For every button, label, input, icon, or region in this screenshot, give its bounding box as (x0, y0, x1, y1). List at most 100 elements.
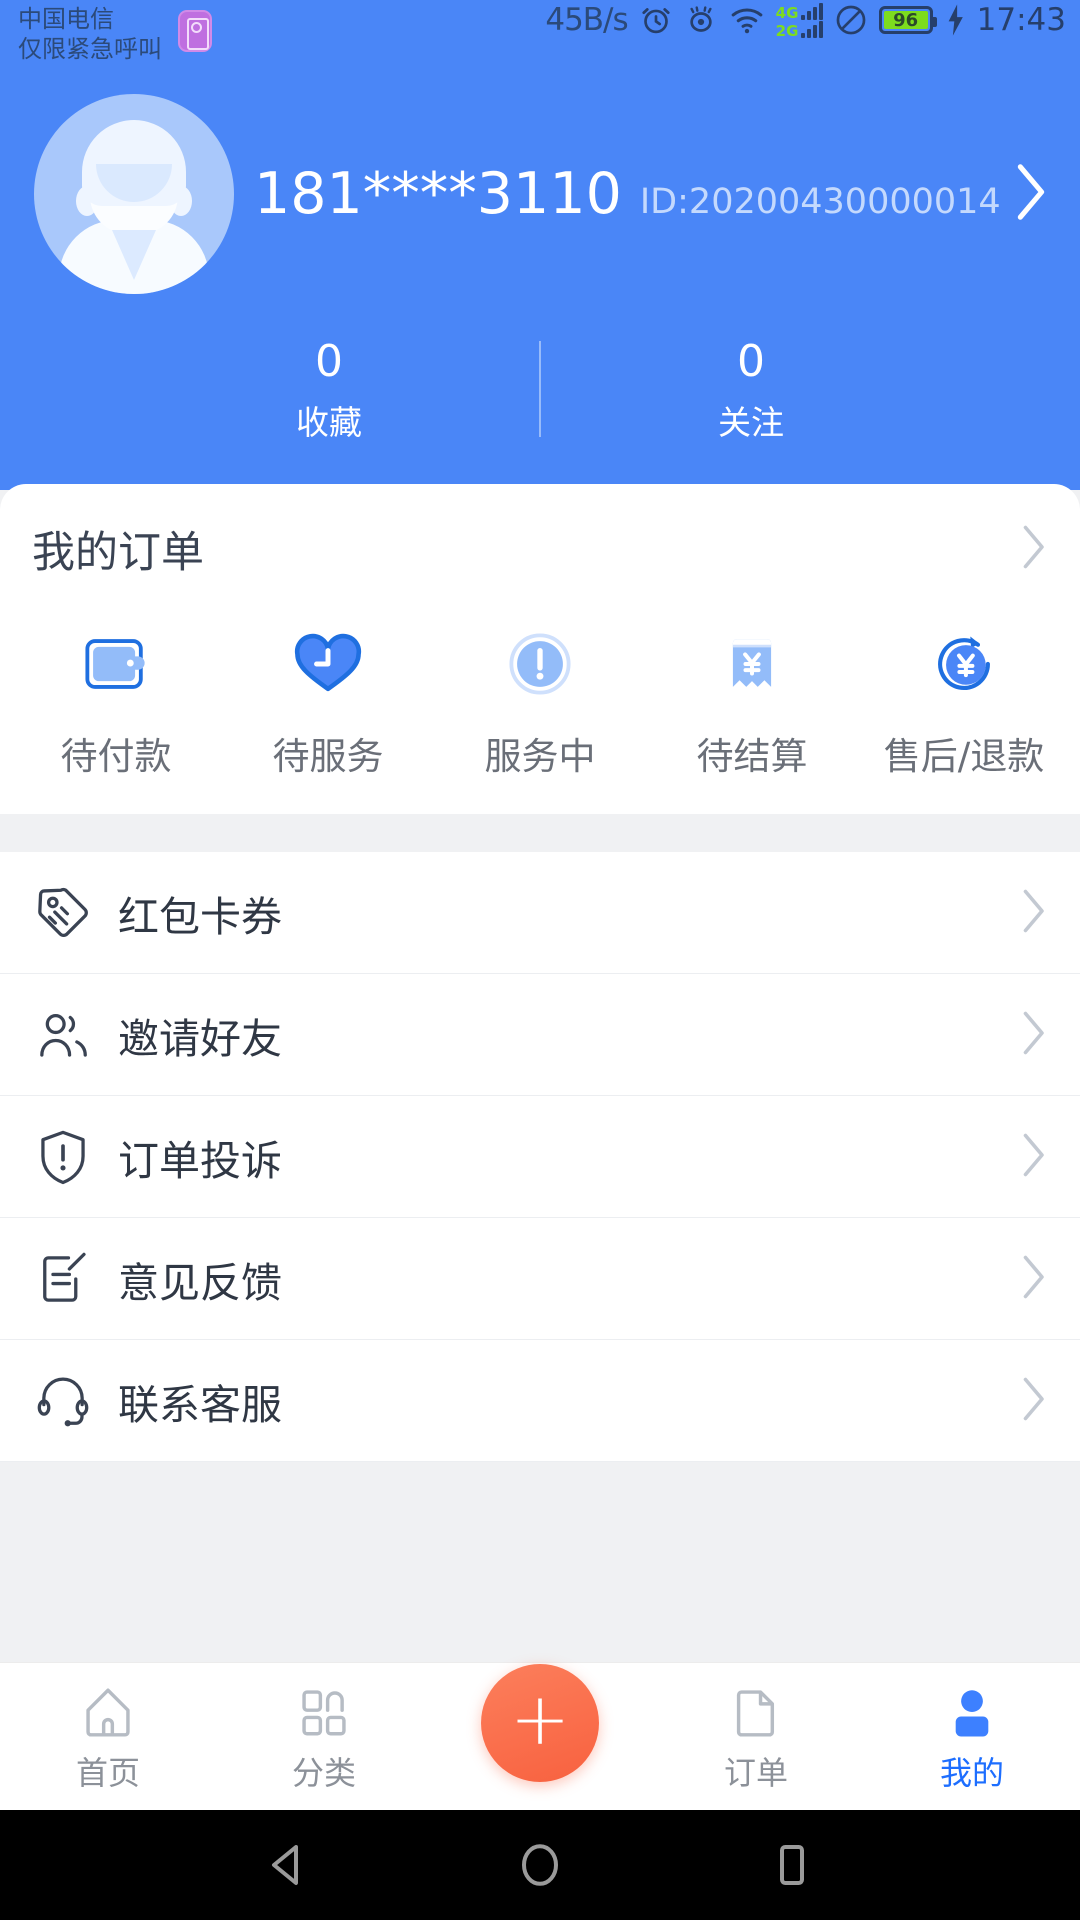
battery-icon: 96 (878, 6, 937, 34)
carrier-info: 中国电信 仅限紧急呼叫 (18, 4, 212, 64)
document-icon (727, 1680, 785, 1744)
chevron-right-icon[interactable] (1018, 887, 1048, 939)
profile-icon (943, 1680, 1001, 1744)
battery-percent: 96 (883, 10, 928, 31)
wifi-icon (731, 8, 763, 34)
shield-complaint-icon (32, 1126, 102, 1188)
heart-clock-icon (282, 618, 374, 710)
bottom-tab-bar: 首页 分类 + 订单 我的 (0, 1662, 1080, 1810)
receipt-yuan-icon (706, 618, 798, 710)
menu-list: 红包卡券 邀请好友 订单投诉 意见反馈 联系客服 (0, 852, 1080, 1462)
section-divider (0, 814, 1080, 852)
my-orders-header[interactable]: 我的订单 (0, 484, 1080, 584)
stats-row: 0 收藏 0 关注 (0, 294, 1080, 490)
avatar[interactable] (34, 94, 234, 294)
order-status-label: 售后/退款 (883, 735, 1045, 778)
stat-following[interactable]: 0 关注 (541, 334, 961, 444)
category-icon (295, 1680, 353, 1744)
status-bar: 中国电信 仅限紧急呼叫 45B/s 4G 2G 96 17:43 (0, 0, 1080, 72)
stat-count: 0 (315, 336, 343, 387)
user-id: ID:20200430000014 (639, 182, 1001, 222)
signal-2g-label: 2G (775, 21, 799, 40)
exclamation-circle-icon (494, 618, 586, 710)
my-orders-card: 我的订单 待付款 待服务 服务中 待结算 售后/退款 (0, 484, 1080, 814)
lightning-bolt-icon (948, 4, 963, 36)
chevron-right-icon[interactable] (1018, 1009, 1048, 1061)
alarm-clock-icon (642, 8, 670, 34)
tab-orders[interactable]: 订单 (648, 1680, 864, 1794)
chevron-right-icon[interactable] (1018, 1253, 1048, 1305)
signal-bars (800, 20, 823, 38)
menu-item-label: 意见反馈 (118, 1258, 282, 1307)
menu-item-feedback[interactable]: 意见反馈 (0, 1218, 1080, 1340)
menu-item-label: 红包卡券 (118, 892, 282, 941)
menu-item-label: 邀请好友 (118, 1014, 282, 1063)
identity-block: 181****3110 ID:20200430000014 (254, 161, 1001, 227)
stat-label: 收藏 (296, 403, 362, 442)
stat-count: 0 (737, 336, 765, 387)
order-status-label: 服务中 (484, 735, 596, 778)
eye-care-icon (689, 6, 712, 32)
sim-card-icon (178, 10, 212, 52)
signal-4g: 4G (775, 2, 823, 22)
app-screen: 中国电信 仅限紧急呼叫 45B/s 4G 2G 96 17:43 181****… (0, 0, 1080, 1920)
plus-icon[interactable]: + (481, 1663, 599, 1782)
refund-yuan-icon (918, 618, 1010, 710)
carrier-text: 中国电信 仅限紧急呼叫 (18, 4, 162, 64)
menu-item-coupons[interactable]: 红包卡券 (0, 852, 1080, 974)
feedback-edit-icon (32, 1248, 102, 1310)
order-status-pending-service[interactable]: 待服务 (222, 618, 434, 780)
chevron-right-icon[interactable] (1018, 523, 1048, 575)
fab-label: + (509, 1676, 571, 1761)
stats-divider (539, 341, 541, 437)
chevron-right-icon[interactable] (994, 161, 1050, 227)
order-status-pending-settlement[interactable]: 待结算 (646, 618, 858, 780)
signal-indicators: 4G 2G (775, 2, 823, 40)
stat-label: 关注 (718, 403, 784, 442)
network-speed: 45B/s (545, 2, 628, 38)
do-not-disturb-icon (836, 5, 866, 35)
wallet-icon (70, 618, 162, 710)
stat-favorites[interactable]: 0 收藏 (119, 334, 539, 444)
menu-item-invite-friends[interactable]: 邀请好友 (0, 974, 1080, 1096)
coupon-tag-icon (32, 882, 102, 944)
profile-header: 181****3110 ID:20200430000014 0 收藏 0 关注 (0, 72, 1080, 490)
order-status-in-service[interactable]: 服务中 (434, 618, 646, 780)
page-title: 我的订单 (32, 528, 204, 578)
android-nav-bar (0, 1810, 1080, 1920)
order-status-label: 待服务 (272, 735, 384, 778)
carrier-name: 中国电信 (18, 5, 114, 33)
signal-4g-label: 4G (775, 3, 799, 22)
back-triangle-icon[interactable] (262, 1839, 314, 1891)
tab-add-button[interactable]: + (432, 1663, 648, 1782)
chevron-right-icon[interactable] (1018, 1375, 1048, 1427)
status-clock: 17:43 (976, 2, 1066, 38)
tab-label: 我的 (939, 1753, 1004, 1792)
home-circle-icon[interactable] (514, 1839, 566, 1891)
menu-item-label: 订单投诉 (118, 1136, 282, 1185)
signal-bars (800, 2, 823, 20)
order-status-label: 待付款 (60, 735, 172, 778)
tab-category[interactable]: 分类 (216, 1680, 432, 1794)
tab-home[interactable]: 首页 (0, 1680, 216, 1794)
order-status-pending-payment[interactable]: 待付款 (10, 618, 222, 780)
tab-label: 分类 (291, 1753, 356, 1792)
home-icon (79, 1680, 137, 1744)
carrier-emergency: 仅限紧急呼叫 (18, 35, 162, 63)
signal-2g: 2G (775, 20, 823, 40)
tab-profile[interactable]: 我的 (864, 1680, 1080, 1794)
tab-label: 首页 (75, 1753, 140, 1792)
chevron-right-icon[interactable] (1018, 1131, 1048, 1183)
profile-row[interactable]: 181****3110 ID:20200430000014 (0, 72, 1080, 294)
order-status-refund[interactable]: 售后/退款 (858, 618, 1070, 780)
order-status-row: 待付款 待服务 服务中 待结算 售后/退款 (0, 584, 1080, 780)
invite-friends-icon (32, 1004, 102, 1066)
tab-label: 订单 (723, 1753, 788, 1792)
phone-number: 181****3110 (254, 161, 622, 227)
menu-item-order-complaint[interactable]: 订单投诉 (0, 1096, 1080, 1218)
menu-item-label: 联系客服 (118, 1380, 282, 1429)
headset-support-icon (32, 1370, 102, 1432)
recents-square-icon[interactable] (766, 1839, 818, 1891)
status-icons: 45B/s 4G 2G 96 17:43 (545, 2, 1066, 38)
menu-item-contact-support[interactable]: 联系客服 (0, 1340, 1080, 1462)
